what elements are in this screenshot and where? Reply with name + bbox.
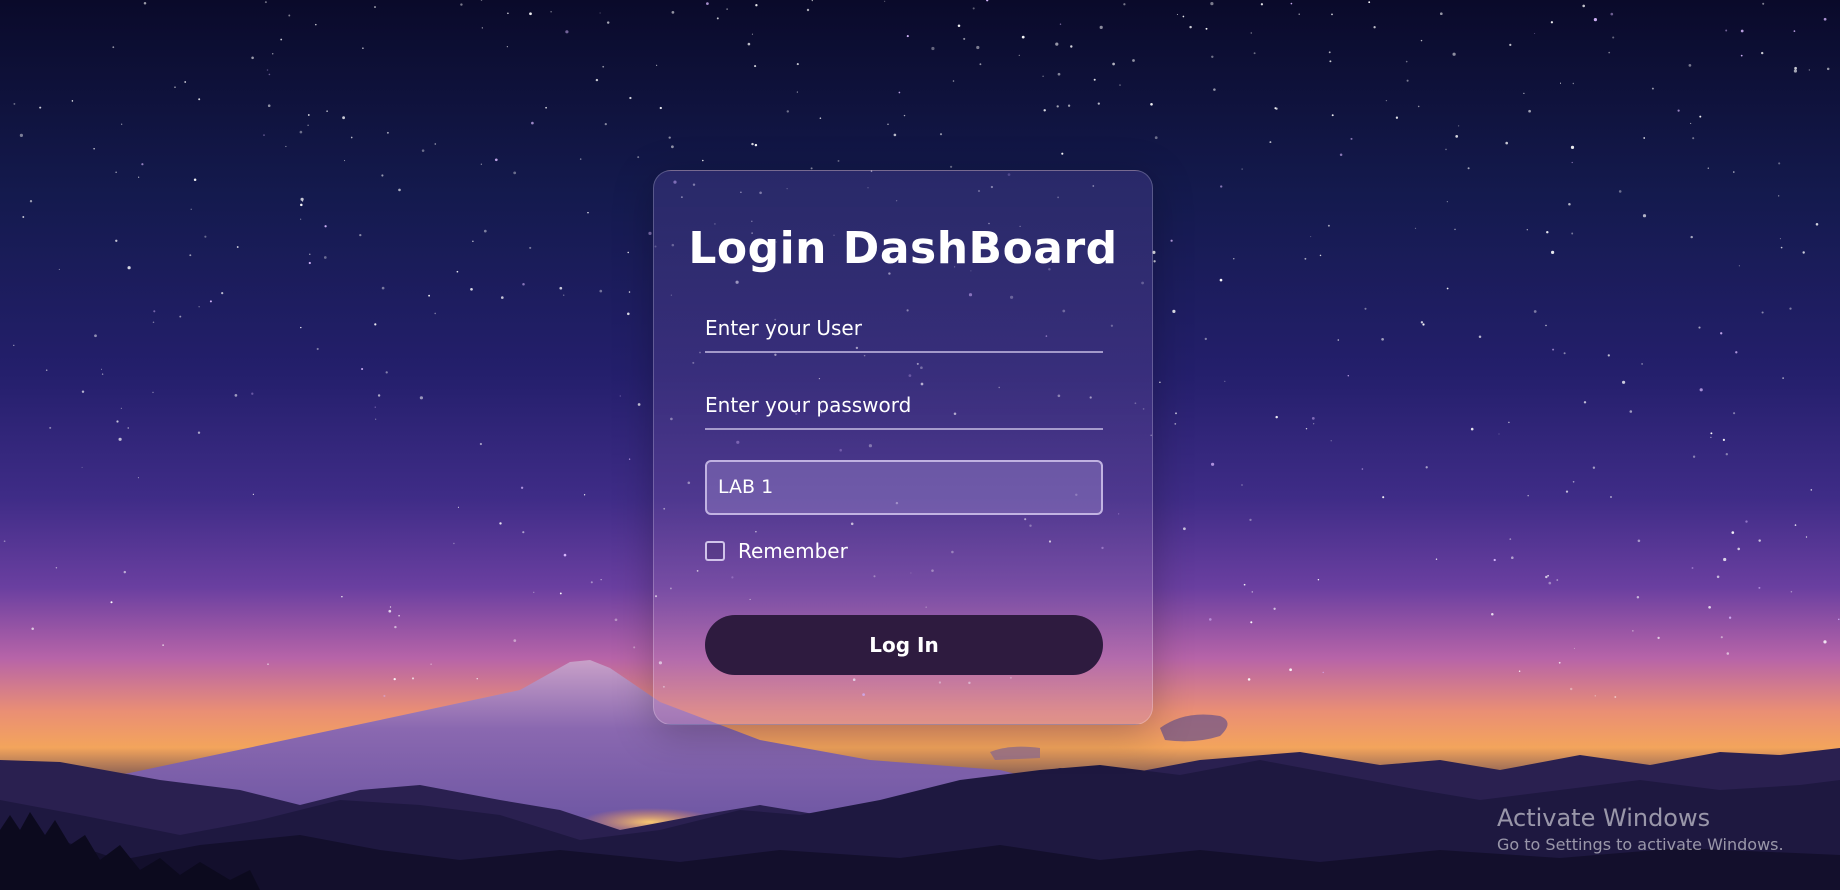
login-page: Login DashBoard LAB 1 Remember Log In Ac… [0,0,1840,890]
remember-checkbox[interactable] [705,541,725,561]
login-button[interactable]: Log In [705,615,1103,675]
login-card: Login DashBoard LAB 1 Remember Log In [653,170,1153,725]
password-input[interactable] [705,382,1103,430]
remember-option[interactable]: Remember [705,539,848,563]
lab-select[interactable]: LAB 1 [705,460,1103,515]
login-title: Login DashBoard [688,223,1118,274]
user-input[interactable] [705,305,1103,353]
watermark-title: Activate Windows [1497,804,1711,832]
remember-label: Remember [738,539,848,563]
watermark-subtitle: Go to Settings to activate Windows. [1497,835,1784,854]
activate-windows-watermark: Activate Windows Go to Settings to activ… [1497,803,1784,857]
lab-select-value: LAB 1 [718,476,774,498]
